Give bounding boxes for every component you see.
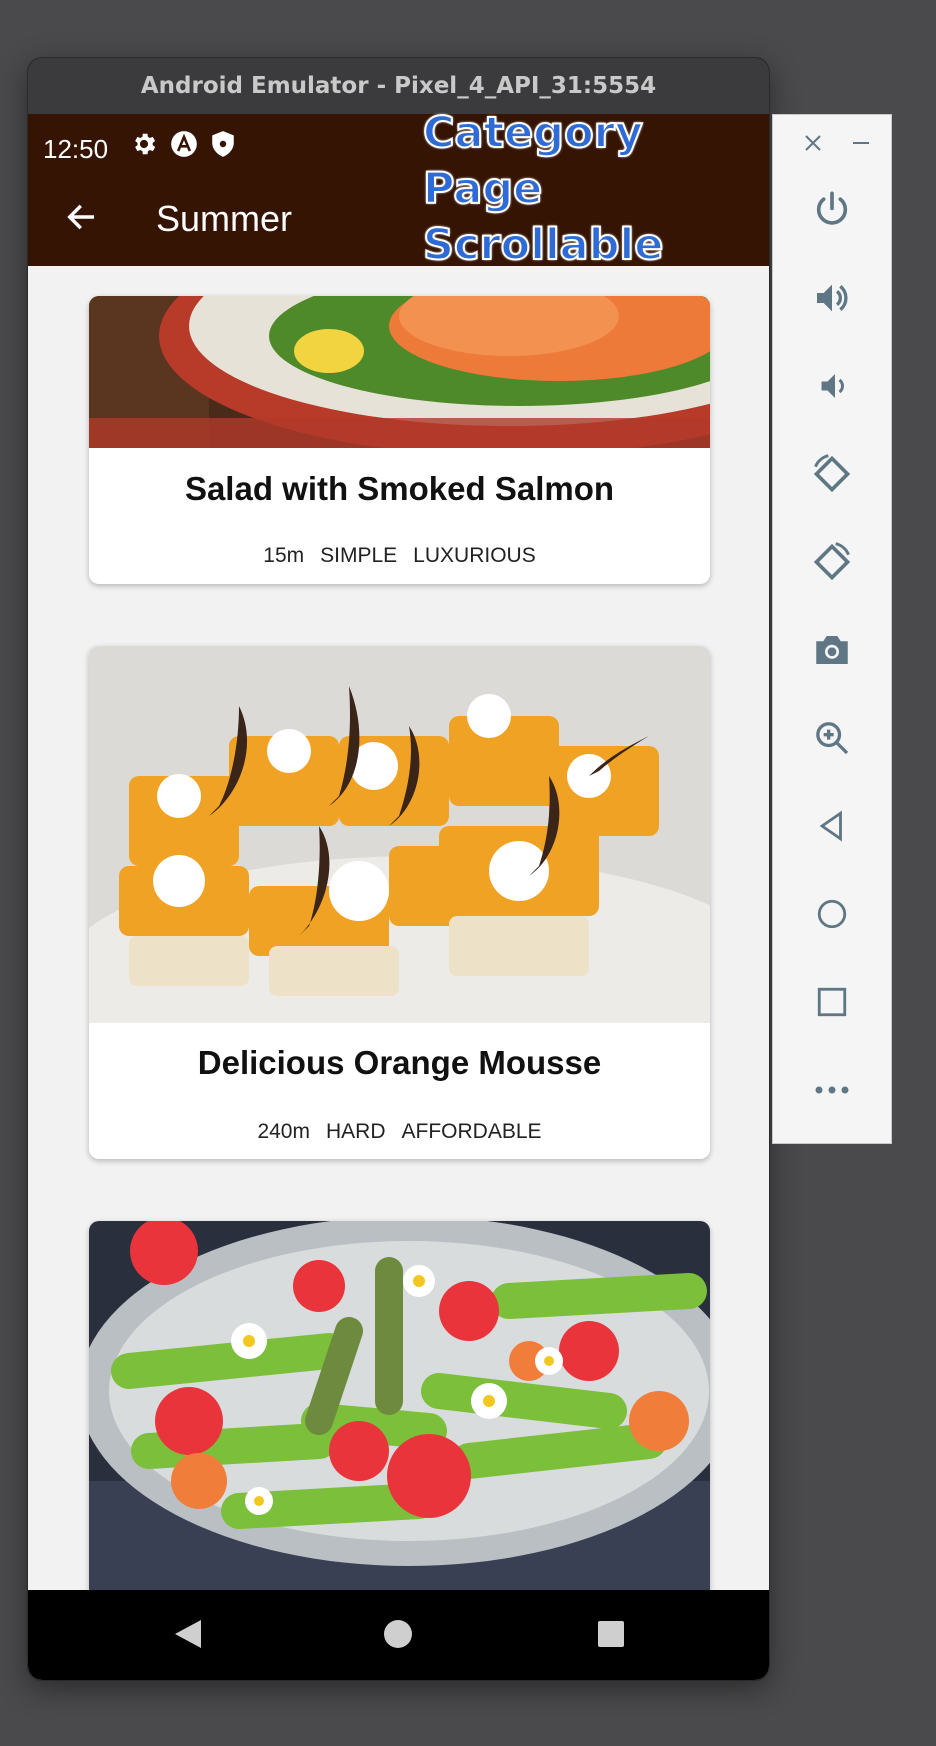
meal-title: Delicious Orange Mousse — [197, 1044, 602, 1081]
arrow-back-icon — [67, 204, 95, 230]
home-circle-icon — [384, 1620, 412, 1648]
annotation-overlay: Category Page Scrollable — [422, 105, 773, 273]
home-icon[interactable] — [807, 889, 857, 939]
zoom-icon[interactable] — [807, 713, 857, 763]
meal-card[interactable]: Salad with Smoked Salmon 15m SIMPLE LUXU… — [89, 296, 710, 584]
overlay-line-2: Scrollable — [422, 219, 664, 271]
meal-complexity: HARD — [325, 1120, 386, 1143]
meal-card[interactable] — [89, 1221, 710, 1590]
settings-icon — [135, 133, 156, 155]
overview-square-icon — [598, 1621, 624, 1647]
rotate-right-icon[interactable] — [807, 537, 857, 587]
more-icon[interactable] — [807, 1065, 857, 1115]
meal-image — [89, 1221, 710, 1590]
meal-image — [89, 296, 710, 448]
nav-overview-button[interactable] — [591, 1614, 631, 1654]
volume-up-icon[interactable] — [807, 273, 857, 323]
emulator-controls — [772, 114, 892, 1144]
status-time: 12:50 — [43, 134, 109, 164]
meal-meta: 240m HARD AFFORDABLE — [89, 1120, 710, 1144]
rotate-left-icon[interactable] — [807, 449, 857, 499]
power-icon[interactable] — [807, 185, 857, 235]
meal-duration: 15m — [263, 544, 305, 567]
close-icon[interactable] — [793, 123, 833, 163]
minimize-icon[interactable] — [841, 123, 881, 163]
back-triangle-icon — [175, 1620, 201, 1648]
meal-image — [89, 646, 710, 1023]
meal-affordability: LUXURIOUS — [413, 544, 536, 567]
meal-affordability: AFFORDABLE — [401, 1120, 542, 1143]
back-icon[interactable] — [807, 801, 857, 851]
overlay-line-1: Category Page — [422, 107, 644, 215]
android-nav-bar — [28, 1590, 769, 1680]
page-title: Summer — [156, 198, 293, 239]
back-button[interactable] — [58, 194, 104, 240]
meal-complexity: SIMPLE — [320, 544, 398, 567]
meal-list[interactable]: Salad with Smoked Salmon 15m SIMPLE LUXU… — [28, 266, 769, 1590]
emulator-window: Android Emulator - Pixel_4_API_31:5554 1… — [28, 58, 769, 1680]
android-studio-icon — [171, 131, 197, 157]
meal-title: Salad with Smoked Salmon — [184, 470, 615, 507]
shield-icon — [212, 131, 234, 157]
device-screen: 12:50 Summer Salad with Smoked Salmon 15… — [28, 114, 769, 1680]
emulator-title: Android Emulator - Pixel_4_API_31:5554 — [140, 73, 657, 99]
meal-card[interactable]: Delicious Orange Mousse 240m HARD AFFORD… — [89, 646, 710, 1159]
meal-duration: 240m — [257, 1120, 310, 1143]
status-icons — [130, 130, 236, 158]
meal-meta: 15m SIMPLE LUXURIOUS — [89, 544, 710, 568]
camera-icon[interactable] — [807, 625, 857, 675]
overview-icon[interactable] — [807, 977, 857, 1027]
nav-home-button[interactable] — [378, 1614, 418, 1654]
volume-down-icon[interactable] — [807, 361, 857, 411]
nav-back-button[interactable] — [168, 1614, 208, 1654]
